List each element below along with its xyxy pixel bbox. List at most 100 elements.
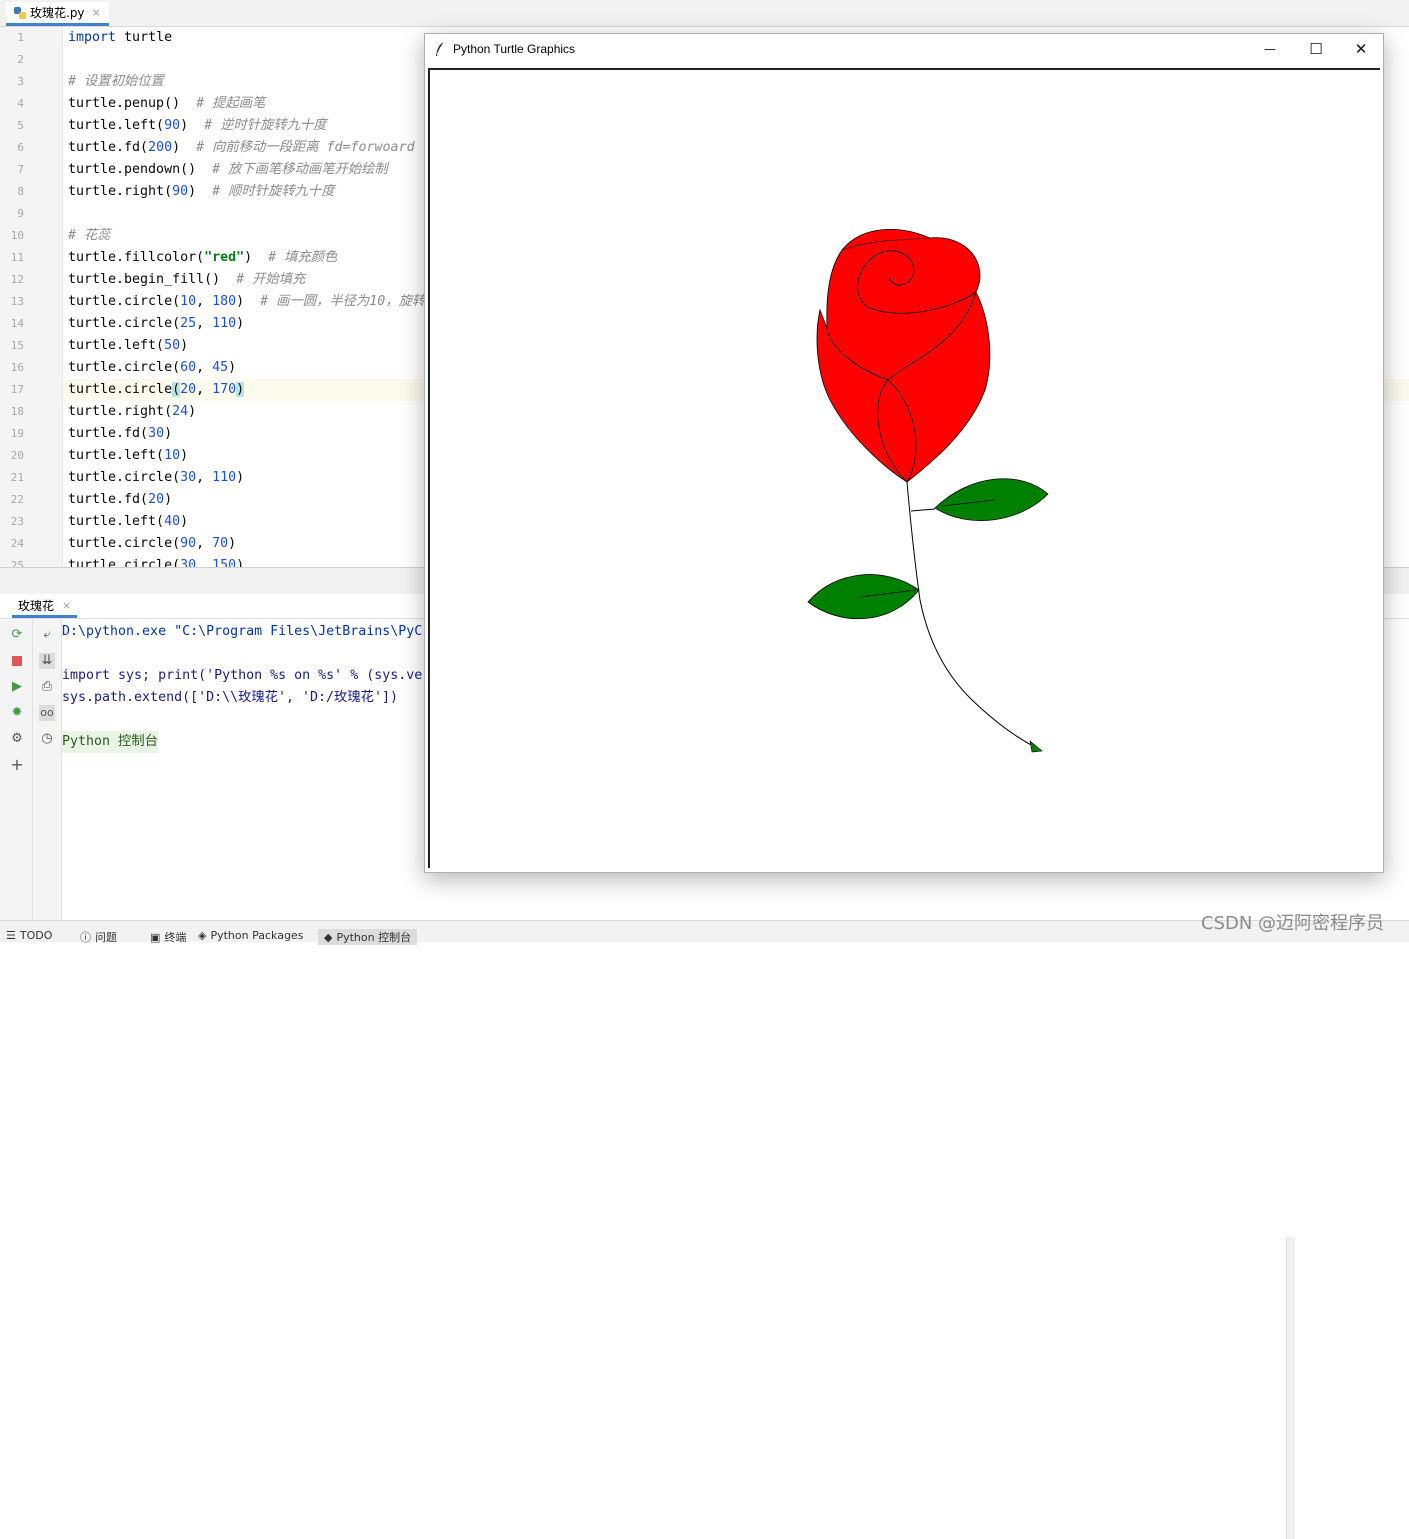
- code-line[interactable]: turtle.circle(30, 150): [68, 555, 244, 567]
- code-token: # 填充颜色: [268, 250, 338, 265]
- code-line[interactable]: turtle.fd(200) # 向前移动一段距离 fd=forwoard: [68, 137, 415, 159]
- glasses-icon[interactable]: oo: [39, 705, 55, 721]
- code-line[interactable]: turtle.left(40): [68, 511, 188, 533]
- stem: [906, 481, 1038, 749]
- code-line[interactable]: turtle.fillcolor("red") # 填充颜色: [68, 247, 337, 269]
- code-token: turtle.fillcolor(: [68, 250, 205, 265]
- soft-wrap-icon[interactable]: ⤶: [39, 627, 55, 643]
- python-packages-tab[interactable]: ◈ Python Packages: [198, 929, 303, 942]
- close-button[interactable]: ✕: [1338, 34, 1384, 64]
- code-line[interactable]: turtle.fd(30): [68, 423, 172, 445]
- terminal-tab[interactable]: ▣ 终端: [150, 929, 186, 945]
- line-number: 14: [10, 317, 24, 330]
- code-line[interactable]: turtle.circle(10, 180) # 画一圆，半径为10，旋转: [68, 291, 425, 313]
- stop-icon[interactable]: [9, 653, 25, 669]
- code-line[interactable]: # 花蕊: [68, 225, 111, 247]
- code-token: turtle.right(: [68, 184, 173, 199]
- run-icon[interactable]: ▶: [9, 679, 25, 695]
- code-token: turtle.fd(: [68, 426, 149, 441]
- code-line[interactable]: turtle.circle(25, 110): [68, 313, 244, 335]
- code-line[interactable]: turtle.begin_fill() # 开始填充: [68, 269, 305, 291]
- console-line: sys.path.extend(['D:\\玫瑰花', 'D:/玫瑰花']): [62, 690, 398, 705]
- print-icon[interactable]: ⎙: [39, 679, 55, 695]
- minimize-icon: —: [1264, 42, 1276, 56]
- editor-tab-file[interactable]: 玫瑰花.py ×: [6, 2, 109, 26]
- feather-icon: [436, 41, 445, 56]
- code-token: 10: [180, 294, 197, 309]
- line-number: 10: [10, 229, 24, 242]
- code-token: 30: [148, 426, 165, 441]
- line-number: 1: [17, 31, 24, 44]
- todo-tab-label: TODO: [19, 929, 53, 942]
- turtle-canvas[interactable]: [428, 68, 1380, 868]
- code-token: ): [244, 250, 269, 265]
- console-scrollbar[interactable]: [1286, 1237, 1295, 1539]
- line-number: 12: [10, 273, 24, 286]
- code-token: "red": [204, 250, 245, 265]
- maximize-icon: ☐: [1309, 40, 1323, 58]
- problems-icon: ⓘ: [80, 931, 91, 944]
- close-icon[interactable]: ×: [62, 599, 71, 612]
- line-number: 5: [17, 119, 24, 132]
- turtle-graphics-window[interactable]: Python Turtle Graphics — ☐ ✕: [424, 33, 1384, 873]
- code-token: turtle.fd(: [68, 492, 149, 507]
- code-token: ): [172, 140, 197, 155]
- code-line[interactable]: turtle.left(10): [68, 445, 188, 467]
- history-icon[interactable]: ◷: [39, 731, 55, 747]
- add-icon[interactable]: +: [9, 757, 25, 773]
- code-line[interactable]: # 设置初始位置: [68, 71, 164, 93]
- code-line[interactable]: import turtle: [68, 27, 172, 49]
- console-line: D:\python.exe "C:\Program Files\JetBrain…: [62, 624, 423, 639]
- terminal-icon: ▣: [150, 930, 161, 944]
- code-line[interactable]: turtle.penup() # 提起画笔: [68, 93, 265, 115]
- code-token: 110: [212, 316, 237, 331]
- bottom-toolbar: ☰ TODO ⓘ 问题 ▣ 终端 ◈ Python Packages ◆ Python 控…: [0, 920, 1409, 945]
- maximize-button[interactable]: ☐: [1293, 34, 1339, 64]
- debug-icon[interactable]: ✹: [9, 705, 25, 721]
- todo-tab[interactable]: ☰ TODO: [6, 929, 52, 942]
- problems-tab-label: 问题: [95, 931, 117, 944]
- code-token: # 向前移动一段距离 fd=forwoard: [196, 140, 415, 155]
- code-token: 25: [180, 316, 197, 331]
- window-title-bar[interactable]: Python Turtle Graphics — ☐ ✕: [425, 34, 1383, 65]
- code-line[interactable]: turtle.right(90) # 顺时针旋转九十度: [68, 181, 335, 203]
- settings-icon[interactable]: ⚙: [9, 731, 25, 747]
- code-token: 20: [148, 492, 165, 507]
- problems-tab[interactable]: ⓘ 问题: [80, 929, 117, 945]
- code-line[interactable]: turtle.left(90) # 逆时针旋转九十度: [68, 115, 327, 137]
- close-icon[interactable]: ×: [92, 6, 101, 19]
- code-token: 50: [164, 338, 181, 353]
- code-line[interactable]: turtle.left(50): [68, 335, 188, 357]
- code-token: 180: [212, 294, 237, 309]
- line-number: 3: [17, 75, 24, 88]
- code-token: ): [180, 338, 189, 353]
- code-line[interactable]: turtle.circle(60, 45): [68, 357, 236, 379]
- code-token: turtle: [116, 30, 173, 45]
- python-file-icon: [14, 6, 26, 19]
- editor-tab-label: 玫瑰花.py: [30, 6, 85, 20]
- rerun-icon[interactable]: ⟳: [9, 627, 25, 643]
- minimize-button[interactable]: —: [1247, 34, 1293, 64]
- code-line[interactable]: turtle.circle(30, 110): [68, 467, 244, 489]
- run-tab[interactable]: 玫瑰花 ×: [12, 596, 78, 618]
- code-token: ): [236, 316, 245, 331]
- line-number: 22: [10, 493, 24, 506]
- code-token: ): [236, 294, 261, 309]
- code-line[interactable]: turtle.circle(20, 170): [68, 379, 245, 401]
- code-token: turtle.left(: [68, 338, 165, 353]
- code-token: # 开始填充: [236, 272, 306, 287]
- scroll-to-end-icon[interactable]: ⇊: [39, 653, 55, 669]
- watermark: CSDN @迈阿密程序员: [1201, 913, 1385, 934]
- code-token: # 顺时针旋转九十度: [212, 184, 335, 199]
- code-line[interactable]: turtle.right(24): [68, 401, 196, 423]
- code-token: # 花蕊: [68, 228, 111, 243]
- code-token: turtle.left(: [68, 514, 165, 529]
- code-line[interactable]: turtle.fd(20): [68, 489, 172, 511]
- line-number: 9: [17, 207, 24, 220]
- code-line[interactable]: turtle.circle(90, 70): [68, 533, 236, 555]
- code-line[interactable]: turtle.pendown() # 放下画笔移动画笔开始绘制: [68, 159, 388, 181]
- code-token: turtle.circle(: [68, 470, 181, 485]
- code-token: ,: [196, 536, 213, 551]
- python-console-tab[interactable]: ◆ Python 控制台: [318, 929, 418, 945]
- code-token: ): [228, 360, 237, 375]
